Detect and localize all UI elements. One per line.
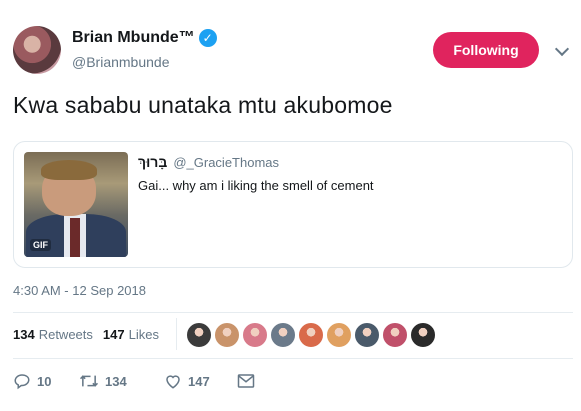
verified-badge-icon: ✓ (198, 29, 217, 47)
gif-badge: GIF (30, 239, 51, 251)
gif-figure-hair (41, 160, 97, 180)
tweet-stats: 134 Retweets 147 Likes (13, 327, 159, 342)
like-button[interactable]: 147 (164, 372, 237, 390)
likes-label: Likes (128, 327, 159, 342)
quoted-author-handle: @_GracieThomas (173, 155, 280, 170)
quoted-author-name: בָּרוּךְ (138, 154, 168, 170)
gif-figure-tie (70, 218, 80, 257)
retweet-button[interactable]: 134 (79, 372, 154, 390)
retweets-label: Retweets (38, 327, 93, 342)
author-name-row: Brian Mbunde™ ✓ (72, 29, 217, 47)
divider (13, 358, 573, 359)
following-button[interactable]: Following (433, 32, 539, 68)
tweet-actions: 10 134 147 (13, 372, 255, 390)
tweet-text: Kwa sababu unataka mtu akubomoe (13, 92, 393, 118)
likes-stat[interactable]: 147 Likes (103, 327, 159, 342)
stats-separator (176, 318, 177, 350)
retweet-icon (79, 375, 99, 387)
likes-count: 147 (102, 327, 125, 342)
liker-avatar[interactable] (326, 322, 352, 348)
retweet-count: 134 (105, 373, 127, 389)
liker-avatar[interactable] (298, 322, 324, 348)
liker-avatar[interactable] (270, 322, 296, 348)
liker-avatar[interactable] (382, 322, 408, 348)
quoted-tweet[interactable]: GIF בָּרוּךְ @_GracieThomas Gai... why a… (13, 141, 573, 268)
reply-button[interactable]: 10 (13, 372, 73, 390)
heart-icon (166, 375, 180, 389)
author-name[interactable]: Brian Mbunde™ (72, 29, 195, 47)
reply-count: 10 (37, 373, 52, 389)
reply-icon (14, 374, 30, 390)
direct-message-button[interactable] (237, 373, 255, 389)
liker-avatar[interactable] (410, 322, 436, 348)
liker-avatars (186, 322, 436, 348)
quoted-tweet-gif[interactable]: GIF (24, 152, 128, 257)
retweets-stat[interactable]: 134 Retweets (13, 327, 93, 342)
author-handle[interactable]: @Brianmbunde (72, 54, 170, 70)
liker-avatar[interactable] (354, 322, 380, 348)
envelope-icon (237, 374, 255, 388)
retweets-count: 134 (13, 327, 35, 342)
tweet-timestamp[interactable]: 4:30 AM - 12 Sep 2018 (13, 283, 146, 298)
liker-avatar[interactable] (242, 322, 268, 348)
quoted-author: בָּרוּךְ @_GracieThomas (138, 154, 279, 170)
like-count: 147 (188, 373, 210, 389)
liker-avatar[interactable] (186, 322, 212, 348)
divider (13, 312, 573, 313)
quoted-tweet-text: Gai... why am i liking the smell of ceme… (138, 178, 374, 193)
more-options-chevron-icon[interactable] (554, 41, 570, 57)
liker-avatar[interactable] (214, 322, 240, 348)
author-avatar[interactable] (13, 26, 61, 74)
